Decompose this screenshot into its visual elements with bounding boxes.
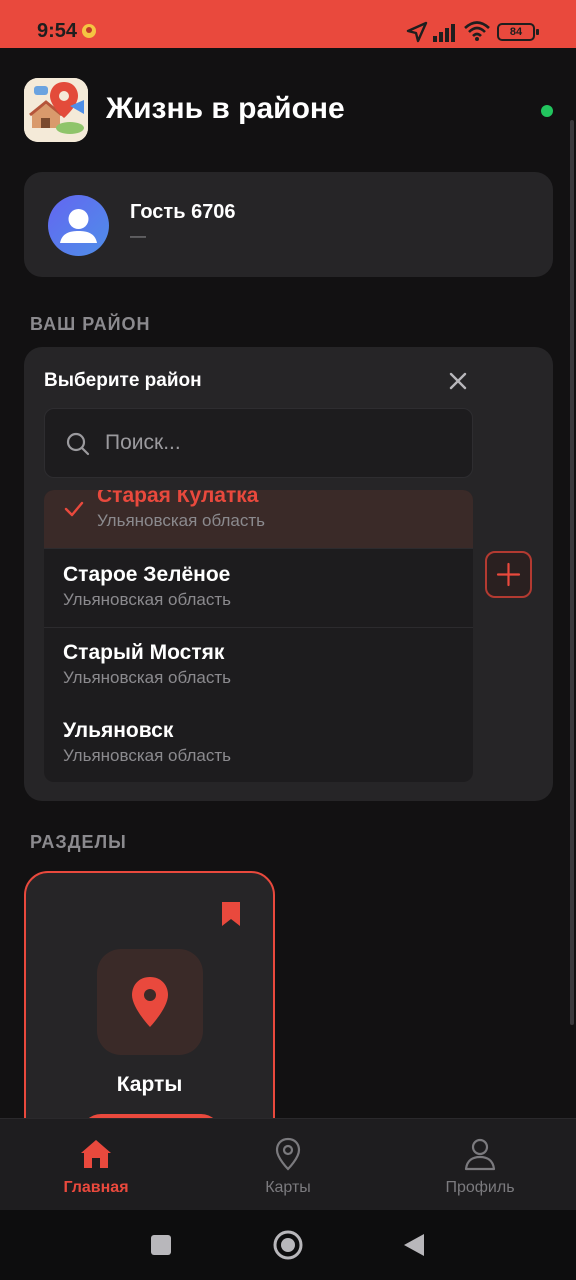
app-title: Жизнь в районе <box>106 92 345 125</box>
district-region: Ульяновская область <box>63 668 231 687</box>
battery-indicator: 84 <box>497 23 539 41</box>
notification-icon <box>80 22 98 45</box>
district-name: Ульяновск <box>63 719 174 742</box>
status-bar: 9:54 84 <box>0 0 576 48</box>
location-arrow-icon <box>406 21 428 48</box>
square-icon <box>151 1235 171 1255</box>
district-region: Ульяновская область <box>97 511 265 530</box>
section-card-title: Карты <box>116 1073 183 1096</box>
bookmark-icon[interactable] <box>221 901 241 932</box>
district-list[interactable]: Старая Кулатка Ульяновская область Старо… <box>44 490 473 782</box>
district-section-label: ВАШ РАЙОН <box>30 314 151 334</box>
close-button[interactable] <box>444 367 472 395</box>
close-icon <box>449 372 467 390</box>
list-item[interactable]: Ульяновск Ульяновская область <box>44 706 473 782</box>
district-selector: Выберите район Поиск... Старая Кулатка У… <box>24 347 553 801</box>
list-item[interactable]: Старый Мостяк Ульяновская область <box>44 628 473 706</box>
profile-icon <box>464 1138 496 1171</box>
nav-item-maps[interactable]: Карты <box>192 1119 384 1211</box>
plus-icon <box>496 562 521 587</box>
signal-icon <box>433 22 459 47</box>
list-item[interactable]: Старое Зелёное Ульяновская область <box>44 549 473 627</box>
district-region: Ульяновская область <box>63 590 231 609</box>
sections-label: РАЗДЕЛЫ <box>30 832 127 852</box>
map-tile <box>97 949 203 1055</box>
user-name: Гость 6706 <box>130 201 236 223</box>
map-pin-icon <box>132 977 168 1027</box>
checkmark-icon <box>63 498 85 525</box>
scrollbar[interactable] <box>570 120 574 1025</box>
district-name: Старая Кулатка <box>97 490 259 507</box>
map-pin-icon <box>275 1137 301 1171</box>
circle-icon <box>273 1230 303 1260</box>
search-icon <box>65 431 91 462</box>
app-logo <box>24 78 88 142</box>
list-item[interactable]: Старая Кулатка Ульяновская область <box>44 490 473 548</box>
selector-title: Выберите район <box>44 370 202 391</box>
search-placeholder: Поиск... <box>105 431 181 454</box>
back-triangle-icon <box>404 1234 424 1256</box>
avatar <box>48 195 109 256</box>
search-input[interactable]: Поиск... <box>44 408 473 478</box>
wifi-icon <box>464 20 490 47</box>
recent-apps-button[interactable] <box>150 1234 172 1261</box>
add-district-button[interactable] <box>485 551 532 598</box>
system-nav-bar <box>0 1210 576 1280</box>
nav-label-maps: Карты <box>265 1179 311 1196</box>
district-name: Старый Мостяк <box>63 641 225 664</box>
user-card[interactable]: Гость 6706 — <box>24 172 553 277</box>
nav-label-home: Главная <box>63 1179 129 1196</box>
nav-item-home[interactable]: Главная <box>0 1119 192 1211</box>
home-button[interactable] <box>272 1229 304 1266</box>
online-status-dot <box>541 105 553 117</box>
status-time: 9:54 <box>37 20 78 42</box>
home-icon <box>81 1140 111 1168</box>
back-button[interactable] <box>402 1232 426 1263</box>
nav-item-profile[interactable]: Профиль <box>384 1119 576 1211</box>
district-region: Ульяновская область <box>63 746 231 765</box>
bottom-nav: Главная Карты Профиль <box>0 1118 576 1210</box>
user-subtitle: — <box>130 228 146 245</box>
nav-label-profile: Профиль <box>445 1179 515 1196</box>
district-name: Старое Зелёное <box>63 563 231 586</box>
